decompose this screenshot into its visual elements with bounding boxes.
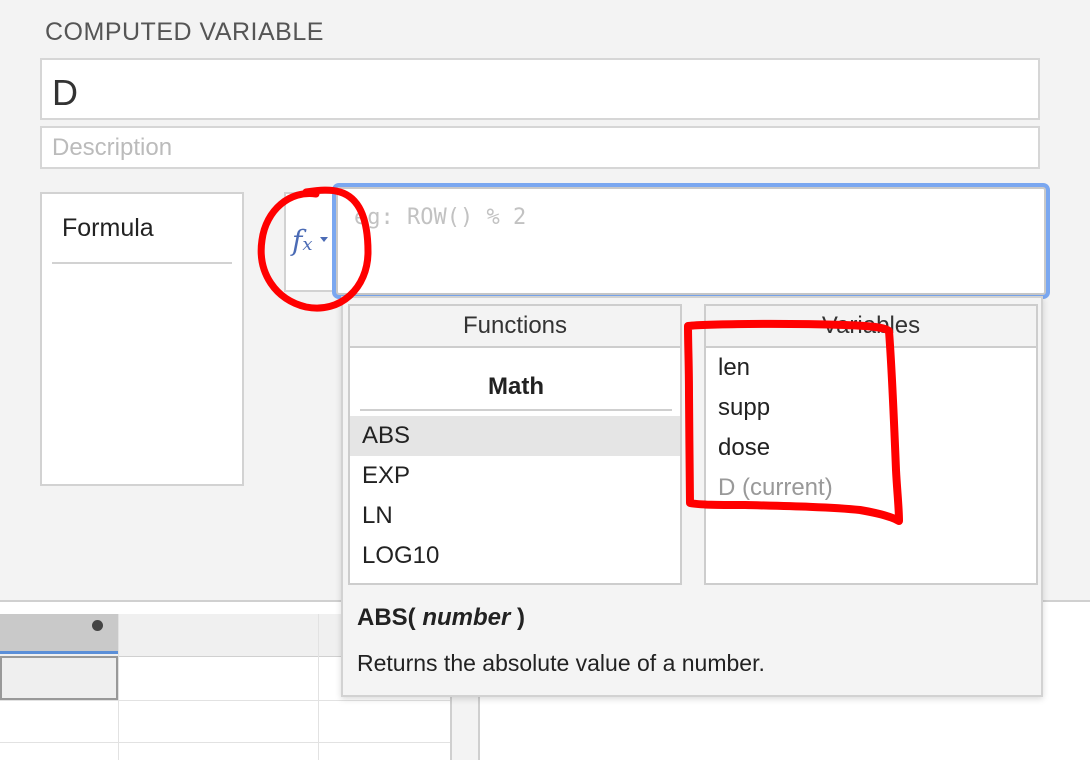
signature-argument: number (422, 604, 511, 631)
function-group-title: Math (360, 361, 672, 411)
function-item-exp[interactable]: EXP (350, 456, 680, 496)
function-picker-popup: Functions Math ABS EXP LN LOG10 Variable… (341, 296, 1043, 697)
formula-input[interactable]: eg: ROW() % 2 (336, 187, 1046, 295)
chevron-down-icon (320, 237, 328, 242)
grid-row-line (0, 742, 450, 743)
function-item-abs[interactable]: ABS (350, 416, 680, 456)
formula-function-button[interactable]: fx (284, 192, 340, 292)
computed-indicator-dot (92, 620, 103, 631)
fx-icon: fx (292, 224, 313, 257)
variable-item-dose[interactable]: dose (706, 428, 1036, 468)
function-signature: ABS( number ) (357, 604, 525, 632)
function-description: Returns the absolute value of a number. (357, 650, 765, 676)
column-header-active[interactable] (0, 614, 118, 654)
variable-item-supp[interactable]: supp (706, 388, 1036, 428)
variable-type-list: Formula (40, 192, 244, 486)
grid-row-line (0, 700, 450, 701)
signature-name: ABS( (357, 604, 416, 631)
variables-header: Variables (706, 306, 1036, 348)
function-item-ln[interactable]: LN (350, 496, 680, 536)
formula-placeholder: eg: ROW() % 2 (354, 205, 527, 230)
selected-cell[interactable] (0, 656, 118, 700)
variable-list: len supp dose D (current) (706, 348, 1036, 508)
description-input[interactable]: Description (40, 126, 1040, 169)
signature-closing: ) (517, 604, 526, 631)
variable-item-len[interactable]: len (706, 348, 1036, 388)
variables-panel: Variables len supp dose D (current) (704, 304, 1038, 585)
variable-name-input[interactable]: D (40, 58, 1040, 120)
function-help: ABS( number ) Returns the absolute value… (343, 592, 1041, 695)
functions-panel: Functions Math ABS EXP LN LOG10 (348, 304, 682, 585)
function-item-log10[interactable]: LOG10 (350, 536, 680, 576)
function-list: ABS EXP LN LOG10 (350, 416, 680, 576)
type-item-formula[interactable]: Formula (52, 194, 232, 264)
variable-item-current: D (current) (718, 474, 833, 501)
grid-column-line (118, 614, 119, 760)
functions-header: Functions (350, 306, 680, 348)
section-title: COMPUTED VARIABLE (45, 18, 324, 46)
grid-column-line (318, 614, 319, 760)
